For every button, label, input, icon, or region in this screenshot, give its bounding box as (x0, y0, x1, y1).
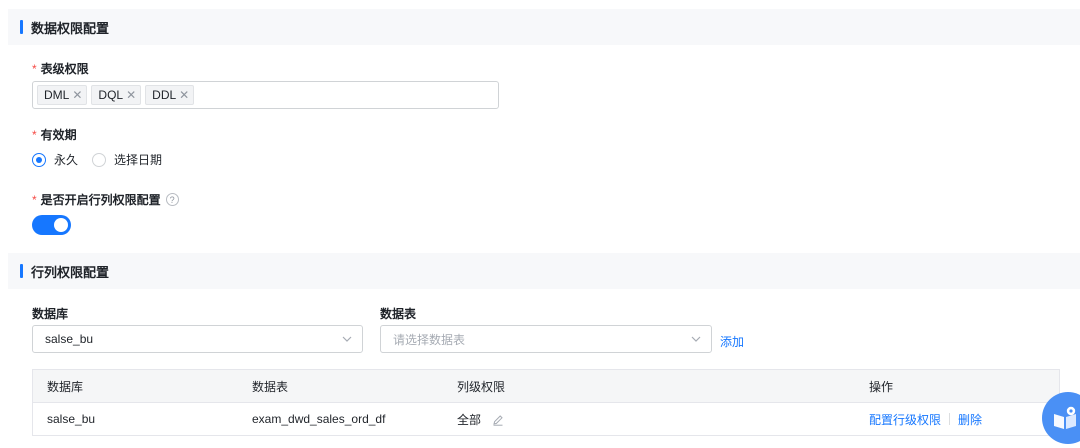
cell-database: salse_bu (47, 412, 96, 426)
column-header: 数据库 (47, 379, 84, 394)
switch-knob (54, 218, 68, 232)
tag-label: DDL (152, 88, 177, 102)
row-col-toggle-label: * 是否开启行列权限配置 ? (32, 191, 179, 208)
radio-select-date[interactable]: 选择日期 (92, 151, 162, 168)
radio-label: 永久 (54, 153, 79, 167)
tag-ddl: DDL ✕ (145, 85, 195, 105)
table-header-row: 数据库 数据表 列级权限 操作 (33, 370, 1059, 402)
tag-dml: DML ✕ (37, 85, 88, 105)
validity-label-text: 有效期 (40, 128, 77, 142)
edit-icon[interactable] (492, 414, 504, 427)
section-header-row-col-permission: 行列权限配置 (8, 253, 1080, 289)
table-select-placeholder: 请选择数据表 (393, 332, 466, 347)
column-header: 数据表 (252, 379, 289, 394)
radio-unchecked-icon[interactable] (92, 152, 107, 167)
database-select-value: salse_bu (45, 332, 94, 346)
section-title: 行列权限配置 (31, 264, 110, 280)
tag-remove-icon[interactable]: ✕ (72, 88, 82, 102)
add-button[interactable]: 添加 (720, 333, 744, 350)
column-header: 列级权限 (457, 379, 506, 394)
required-mark: * (32, 127, 37, 142)
tag-label: DQL (98, 88, 124, 102)
row-actions: 配置行级权限 删除 (869, 411, 982, 428)
tag-dql: DQL ✕ (91, 85, 142, 105)
radio-checked-icon[interactable] (32, 152, 46, 167)
column-header: 操作 (869, 379, 894, 394)
help-icon[interactable]: ? (165, 193, 179, 206)
table-row: salse_bu exam_dwd_sales_ord_df 全部 配置行级权限… (33, 402, 1059, 435)
chevron-down-icon (691, 336, 701, 342)
table-field-label: 数据表 (380, 307, 417, 321)
table-permission-label-text: 表级权限 (40, 62, 89, 76)
tag-remove-icon[interactable]: ✕ (179, 88, 189, 102)
book-location-icon (1054, 406, 1076, 429)
radio-label: 选择日期 (114, 153, 163, 167)
table-permission-multiselect[interactable]: DML ✕ DQL ✕ DDL ✕ (32, 81, 499, 109)
row-col-toggle-label-text: 是否开启行列权限配置 (40, 193, 161, 207)
validity-label: * 有效期 (32, 126, 77, 143)
row-col-permission-table: 数据库 数据表 列级权限 操作 salse_bu exam_dwd_sales_… (32, 369, 1060, 436)
tag-remove-icon[interactable]: ✕ (126, 88, 136, 102)
database-field-label: 数据库 (32, 307, 69, 321)
tag-label: DML (44, 88, 70, 102)
cell-column-permission: 全部 (457, 411, 504, 428)
section-accent-bar (20, 264, 23, 278)
section-title: 数据权限配置 (31, 20, 110, 36)
column-permission-value: 全部 (457, 412, 482, 427)
required-mark: * (32, 192, 37, 207)
cell-table: exam_dwd_sales_ord_df (252, 412, 386, 426)
table-permission-label: * 表级权限 (32, 60, 89, 77)
radio-permanent[interactable]: 永久 (32, 151, 78, 168)
configure-row-permission-link[interactable]: 配置行级权限 (869, 411, 941, 428)
action-divider (949, 413, 951, 425)
delete-link[interactable]: 删除 (958, 411, 982, 428)
validity-radio-group: 永久 选择日期 (32, 151, 176, 168)
row-col-permission-switch[interactable] (32, 215, 71, 235)
database-select[interactable]: salse_bu (32, 325, 363, 353)
chevron-down-icon (342, 336, 352, 342)
section-header-data-permission: 数据权限配置 (8, 9, 1080, 45)
section-accent-bar (20, 20, 23, 34)
floating-assistant-button[interactable] (1042, 392, 1080, 444)
table-select[interactable]: 请选择数据表 (380, 325, 712, 353)
required-mark: * (32, 61, 37, 76)
